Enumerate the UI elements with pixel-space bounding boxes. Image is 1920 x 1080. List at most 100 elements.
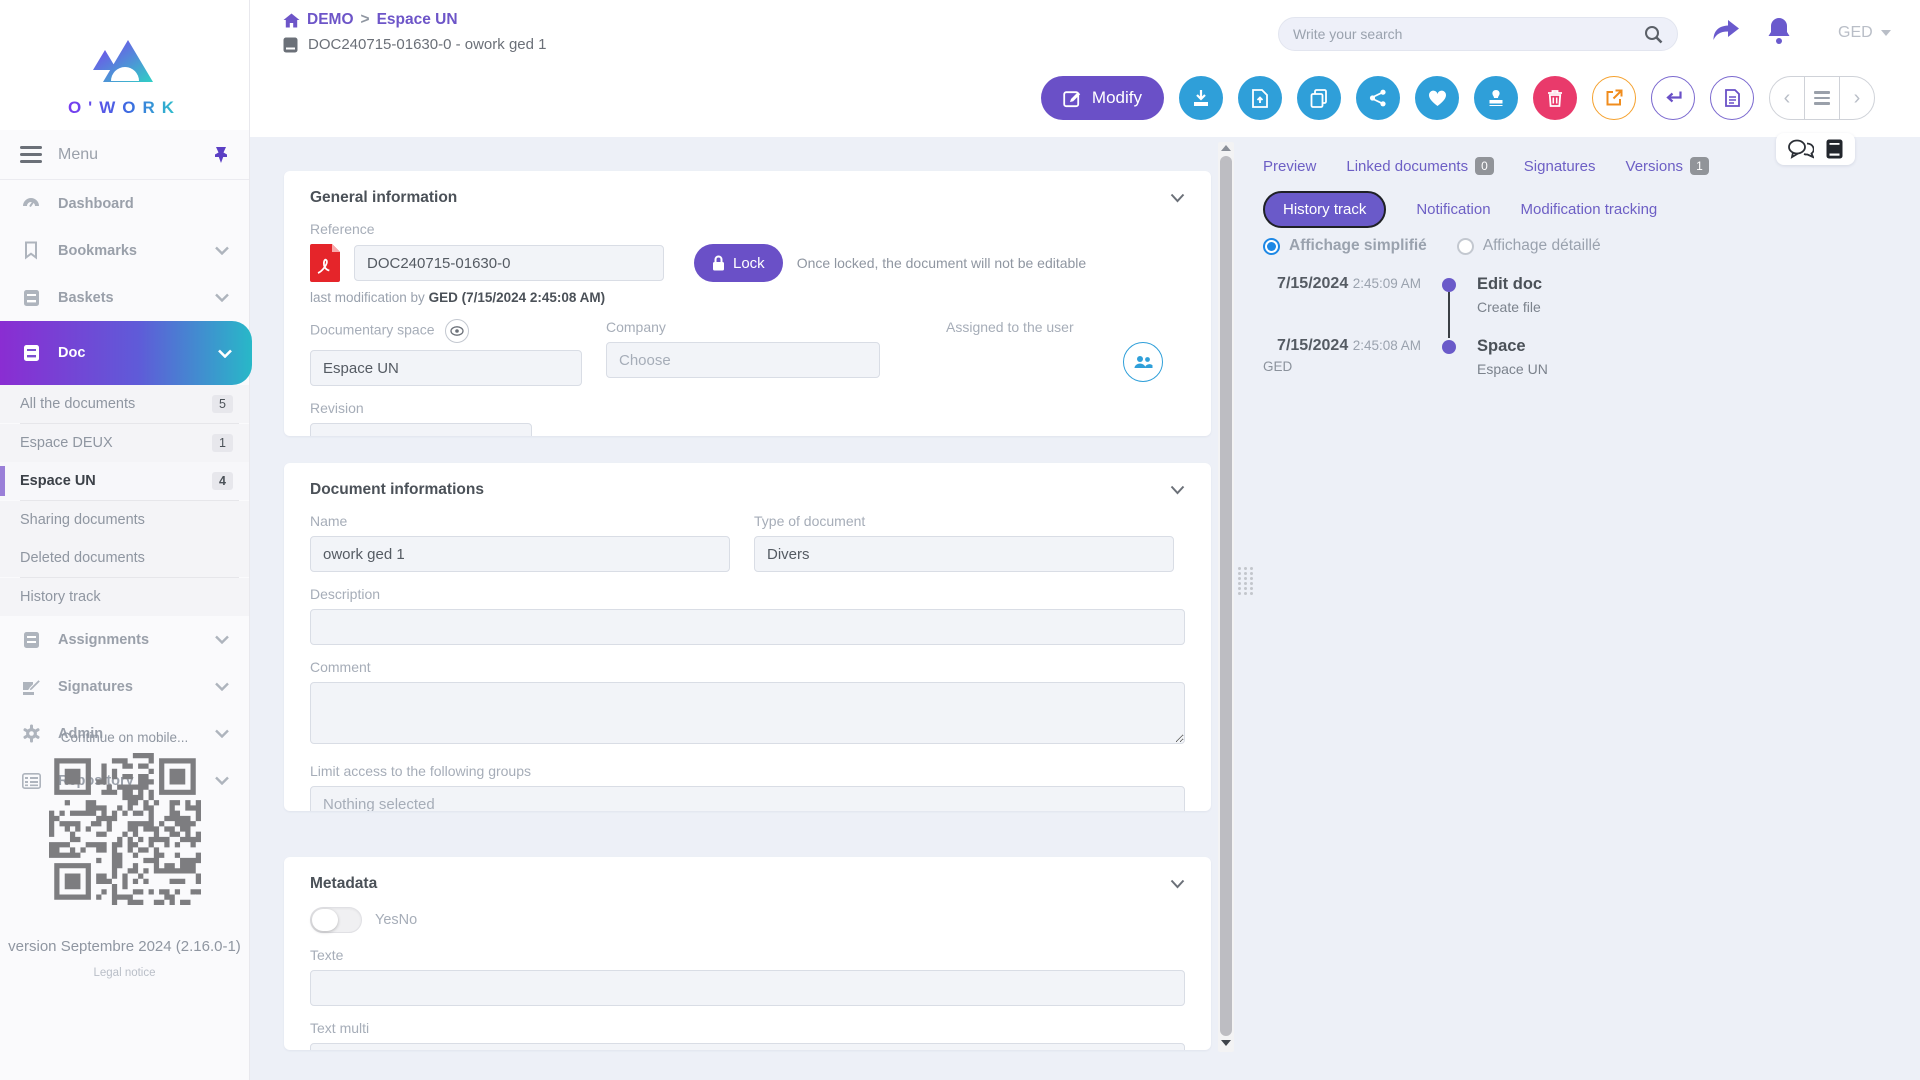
chevron-down-icon <box>215 682 229 691</box>
version-label: version Septembre 2024 (2.16.0-1) <box>0 938 249 955</box>
description-input[interactable] <box>310 609 1185 645</box>
pager-list-icon[interactable] <box>1804 77 1840 119</box>
sidebar-subitem-espace-un[interactable]: Espace UN 4 <box>0 462 249 500</box>
doc-icon <box>20 344 42 362</box>
home-icon[interactable] <box>283 13 300 28</box>
document-informations-card: Document informations Name Type of docum… <box>284 463 1211 811</box>
modify-button[interactable]: Modify <box>1041 76 1164 120</box>
radio-affichage-simplifie[interactable]: Affichage simplifié <box>1263 237 1427 255</box>
tab-preview[interactable]: Preview <box>1263 158 1316 175</box>
legal-notice-link[interactable]: Legal notice <box>0 967 249 979</box>
sidebar-item-label: Assignments <box>58 632 215 648</box>
scrollbar-thumb[interactable] <box>1220 156 1232 1036</box>
document-view-button[interactable] <box>1710 76 1754 120</box>
tab-modification-tracking[interactable]: Modification tracking <box>1521 201 1658 218</box>
notes-book-icon[interactable] <box>1826 139 1843 159</box>
stamp-button[interactable] <box>1474 76 1518 120</box>
breadcrumb-current-link[interactable]: Espace UN <box>377 11 458 29</box>
chevron-down-icon <box>215 293 229 302</box>
tab-versions[interactable]: Versions1 <box>1626 157 1709 175</box>
collapse-chevron-icon[interactable] <box>1170 193 1185 203</box>
pager-prev-icon[interactable]: ‹ <box>1770 77 1804 119</box>
favorite-button[interactable] <box>1415 76 1459 120</box>
yesno-toggle[interactable] <box>310 907 362 933</box>
breadcrumb-home-link[interactable]: DEMO <box>307 11 354 29</box>
radio-label: Affichage simplifié <box>1289 237 1427 255</box>
hamburger-icon[interactable] <box>20 146 42 163</box>
top-header: DEMO > Espace UN DOC240715-01630-0 - owo… <box>250 0 1920 137</box>
radio-unselected-icon <box>1457 238 1474 255</box>
lock-label: Lock <box>733 255 765 272</box>
sidebar-item-baskets[interactable]: Baskets <box>0 274 249 321</box>
sidebar-item-bookmarks[interactable]: Bookmarks <box>0 227 249 274</box>
notifications-bell-icon[interactable] <box>1766 16 1792 44</box>
tab-badge: 1 <box>1690 157 1709 175</box>
panel-splitter-handle[interactable] <box>1238 567 1252 595</box>
share-button[interactable] <box>1356 76 1400 120</box>
company-input[interactable] <box>606 342 880 378</box>
copy-button[interactable] <box>1297 76 1341 120</box>
sidebar-item-label: Baskets <box>58 290 215 306</box>
scroll-down-icon[interactable] <box>1221 1040 1231 1046</box>
sidebar-subitem-history-track[interactable]: History track <box>0 578 249 616</box>
upload-file-button[interactable] <box>1238 76 1282 120</box>
search-icon[interactable] <box>1644 25 1663 44</box>
timeline-dot <box>1442 340 1456 354</box>
pdf-file-icon <box>310 244 340 282</box>
eye-icon[interactable] <box>445 319 469 343</box>
subitem-label: Espace DEUX <box>20 435 212 451</box>
name-input[interactable] <box>310 536 730 572</box>
revision-input[interactable] <box>310 423 532 436</box>
textmulti-textarea[interactable] <box>310 1043 1185 1050</box>
return-button[interactable] <box>1651 76 1695 120</box>
user-menu[interactable]: GED <box>1838 24 1891 42</box>
caret-down-icon <box>1881 30 1891 36</box>
type-of-document-input[interactable] <box>754 536 1174 572</box>
timeline-connector <box>1448 292 1450 338</box>
collapse-chevron-icon[interactable] <box>1170 485 1185 495</box>
sidebar-item-assignments[interactable]: Assignments <box>0 616 249 663</box>
collapse-chevron-icon[interactable] <box>1170 879 1185 889</box>
scroll-up-icon[interactable] <box>1221 145 1231 151</box>
sidebar-item-dashboard[interactable]: Dashboard <box>0 180 249 227</box>
comment-textarea[interactable] <box>310 682 1185 744</box>
sidebar-subitem-all-documents[interactable]: All the documents 5 <box>0 385 249 423</box>
tab-signatures[interactable]: Signatures <box>1524 158 1596 175</box>
search-input[interactable] <box>1293 26 1644 42</box>
download-button[interactable] <box>1179 76 1223 120</box>
pager-next-icon[interactable]: › <box>1840 77 1874 119</box>
history-title: Space <box>1477 337 1548 356</box>
radio-affichage-detaille[interactable]: Affichage détaillé <box>1457 237 1601 255</box>
lock-icon <box>712 255 725 271</box>
texte-input[interactable] <box>310 970 1185 1006</box>
subitem-label: Deleted documents <box>20 550 233 566</box>
assign-users-button[interactable] <box>1123 342 1163 382</box>
tab-notification[interactable]: Notification <box>1416 201 1490 218</box>
edit-pencil-icon <box>1063 89 1082 108</box>
content-scrollbar[interactable] <box>1218 142 1234 1052</box>
card-title: Document informations <box>310 481 484 499</box>
last-modification-value: GED (7/15/2024 2:45:08 AM) <box>429 290 606 305</box>
general-information-card: General information Reference Lock Once … <box>284 171 1211 436</box>
document-title-row: DOC240715-01630-0 - owork ged 1 <box>283 36 546 53</box>
reference-input[interactable] <box>354 245 664 281</box>
chat-icon[interactable] <box>1788 139 1814 159</box>
app-logo[interactable]: O'WORK <box>0 0 249 130</box>
pin-icon[interactable] <box>213 146 229 164</box>
sidebar-subitem-sharing-documents[interactable]: Sharing documents <box>0 501 249 539</box>
sidebar-subitem-espace-deux[interactable]: Espace DEUX 1 <box>0 424 249 462</box>
sidebar-item-signatures[interactable]: Signatures <box>0 663 249 710</box>
sidebar-subitem-deleted-documents[interactable]: Deleted documents <box>0 539 249 577</box>
lock-button[interactable]: Lock <box>694 244 783 282</box>
groups-select[interactable] <box>310 786 1185 811</box>
texte-label: Texte <box>310 947 1185 963</box>
delete-button[interactable] <box>1533 76 1577 120</box>
documentary-space-input[interactable] <box>310 350 582 386</box>
tab-linked-documents[interactable]: Linked documents0 <box>1346 157 1493 175</box>
open-external-button[interactable] <box>1592 76 1636 120</box>
tab-history-track[interactable]: History track <box>1263 191 1386 228</box>
sidebar-item-doc[interactable]: Doc <box>0 321 252 385</box>
sidebar-item-label: Signatures <box>58 679 215 695</box>
history-title: Edit doc <box>1477 275 1542 294</box>
share-forward-icon[interactable] <box>1712 19 1740 43</box>
